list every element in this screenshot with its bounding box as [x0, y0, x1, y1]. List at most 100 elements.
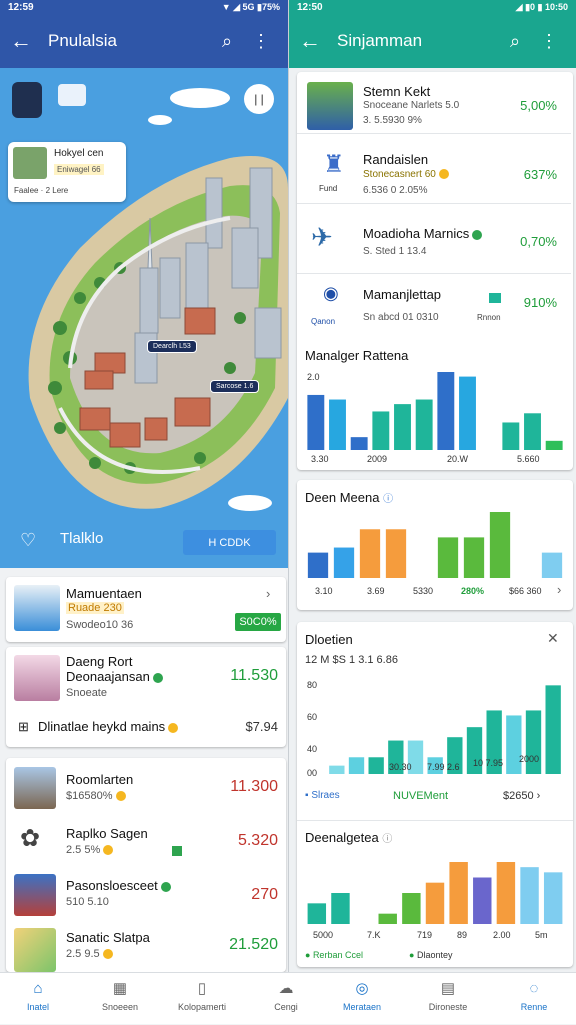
list-item[interactable]: Pasonsloesceet 510 5.10 270 — [6, 866, 286, 920]
status-flag — [172, 846, 182, 856]
app-bar: ← Sinjamman ⌕ ⋮ — [289, 14, 576, 68]
chart-card: Dloetien ✕ 12 M $S 1 3.1 6.86 80 60 40 0… — [297, 622, 573, 967]
chevron-right-icon[interactable]: › — [266, 586, 270, 601]
item-value: 11.300 — [230, 778, 278, 795]
list-item[interactable]: Sanatic Slatpa 2.5 9.5 21.520 — [6, 920, 286, 972]
brand-logo-icon: ◉ — [323, 283, 339, 303]
card-title-second: Deonaajansan — [66, 669, 163, 684]
x-tick: 280% — [461, 586, 485, 596]
y-tick: 00 — [307, 768, 318, 778]
chart-bar — [394, 404, 411, 450]
map-thumbnail[interactable] — [58, 84, 86, 106]
chart-bar — [402, 893, 421, 924]
back-arrow-icon[interactable]: ← — [10, 28, 40, 54]
chart-title: Deenalgetea ⓘ — [305, 830, 393, 845]
nav-item-home[interactable]: ⌂ Inatel — [2, 973, 74, 1025]
chart-bar — [350, 437, 368, 450]
chevron-right-icon[interactable]: › — [557, 582, 561, 597]
cloud-icon: ☁ — [278, 980, 294, 997]
item-subtitle: 2.5 5% — [66, 844, 114, 856]
x-tick: 5.660 — [517, 454, 540, 464]
legend-item[interactable]: ▪ Slraes — [305, 790, 340, 801]
nav-item-grid[interactable]: ▦ Snoeeen — [84, 973, 156, 1025]
map-action-button[interactable]: H CDDK — [183, 530, 276, 555]
list-item[interactable]: ♜ Fund Randaislen Stonecasnert 60 6.536 … — [297, 142, 571, 204]
x-tick: 5330 — [413, 586, 434, 596]
search-icon[interactable]: ⌕ — [210, 31, 244, 52]
summary-card[interactable]: Mamuentaen Ruade 230 Swodeo10 36 › S0C0% — [6, 577, 286, 642]
x-tick: 10 7.95 — [473, 758, 504, 768]
item-title: Moadioha Marnics — [363, 226, 483, 241]
chart-bar — [459, 376, 476, 450]
layers-icon[interactable]: | | — [244, 84, 274, 114]
list-item[interactable]: ◉ Qanon Mamanjlettap Sn abcd 01 0310 Rnn… — [297, 277, 571, 339]
grid-icon: ▦ — [112, 980, 128, 997]
list-item[interactable]: Roomlarten $16580% 11.300 — [6, 758, 286, 812]
home-icon: ⌂ — [33, 980, 43, 997]
map-outline-icon: ✿ — [20, 825, 41, 852]
list-item[interactable]: Stemn Kekt Snoceane Narlets 5.0 3. 5.593… — [297, 72, 571, 134]
item-subtitle: Stonecasnert 60 — [363, 169, 449, 180]
card-title: Mamuentaen — [66, 586, 142, 601]
place-card[interactable]: Hokyel cen Eniwagel 66 Faalee · 2 Lere — [8, 142, 126, 202]
chart-bar — [473, 877, 492, 924]
coin-icon — [438, 169, 449, 180]
tag-icon — [489, 293, 501, 303]
page-title: Sinjamman — [337, 31, 423, 50]
item-value: 5,00% — [520, 98, 557, 113]
x-tick: 2000 — [519, 754, 540, 764]
city-logo[interactable] — [12, 82, 42, 118]
nav-label: Cengi — [274, 1002, 298, 1012]
list-item[interactable]: ✿ Raplko Sagen 2.5 5% 5.320 — [6, 812, 286, 866]
chart-bar — [331, 893, 350, 924]
chart-bar — [333, 547, 355, 578]
place-tag: Eniwagel 66 — [54, 164, 104, 175]
nav-item-profile[interactable]: ◌ Renne — [498, 973, 570, 1025]
card-thumbnail — [14, 655, 60, 701]
y-tick: 40 — [307, 744, 318, 754]
document-icon: ▯ — [197, 980, 207, 997]
bar-chart — [307, 372, 563, 450]
brand-logo-label: Qanon — [311, 317, 336, 326]
map-pin[interactable]: Dearclh L53 — [147, 340, 197, 353]
item-subtitle: 2.5 9.5 — [66, 948, 113, 960]
back-arrow-icon[interactable]: ← — [299, 28, 329, 54]
item-subtitle: Snoceane Narlets 5.0 — [363, 100, 460, 111]
legend-item[interactable]: ● Dlaontey — [409, 950, 452, 960]
x-tick: $66 360 — [509, 586, 542, 596]
city-map[interactable]: | | Hokyel cen Eniwagel 66 Faalee · 2 Le… — [0, 68, 288, 568]
detail-card[interactable]: Daeng Rort Deonaajansan Snoeate 11.530 ⊞… — [6, 647, 286, 747]
page-title: Pnulalsia — [48, 31, 117, 50]
left-screen: 12:59 ▼ ◢ 5G ▮75% ← Pnulalsia ⌕ ⋮ | | Ho… — [0, 0, 288, 972]
more-vert-icon[interactable]: ⋮ — [532, 31, 566, 52]
chart-icon: ▤ — [440, 980, 456, 997]
chart-bar — [545, 440, 563, 450]
close-icon[interactable]: ✕ — [547, 630, 559, 647]
legend-item[interactable]: ● Rerban Ccel — [305, 950, 363, 960]
map-pin[interactable]: Sarcose 1.6 — [210, 380, 260, 393]
nav-label: Kolopamerti — [177, 1002, 227, 1012]
percent-button[interactable]: S0C0% — [235, 613, 281, 631]
right-screen: 12:50 ◢ ▮0 ▮ 10:50 ← Sinjamman ⌕ ⋮ Stemn… — [289, 0, 576, 972]
item-title: Pasonsloesceet — [66, 878, 171, 893]
item-value: 270 — [251, 886, 278, 903]
item-title: Stemn Kekt — [363, 84, 431, 99]
list-item[interactable]: ✈ Moadioha Marnics S. Sted 1 13.4 0,70% — [297, 212, 571, 274]
nav-item-document[interactable]: ▯ Kolopamerti — [166, 973, 238, 1025]
x-tick: 89 — [457, 930, 468, 940]
nav-item-compass[interactable]: ◎ Merataen — [326, 973, 398, 1025]
item-thumbnail — [14, 928, 56, 972]
card-tag: Ruade 230 — [66, 602, 124, 614]
legend-value[interactable]: $2650 › — [503, 790, 540, 802]
chart-bar — [506, 715, 522, 774]
nav-item-chart[interactable]: ▤ Dironeste — [412, 973, 484, 1025]
search-icon[interactable]: ⌕ — [498, 31, 532, 52]
item-thumbnail — [14, 874, 56, 916]
favorite-icon[interactable]: ♡ — [20, 530, 36, 551]
card-title: Daeng Rort — [66, 654, 133, 669]
chart-bar — [524, 413, 541, 450]
nav-item-cloud[interactable]: ☁ Cengi — [250, 973, 322, 1025]
card-subtitle: Swodeo10 36 — [66, 619, 134, 631]
chart-card: Deen Meena ⓘ 3.10 3.69 5330 280% $66 360… — [297, 480, 573, 610]
more-vert-icon[interactable]: ⋮ — [244, 31, 278, 52]
